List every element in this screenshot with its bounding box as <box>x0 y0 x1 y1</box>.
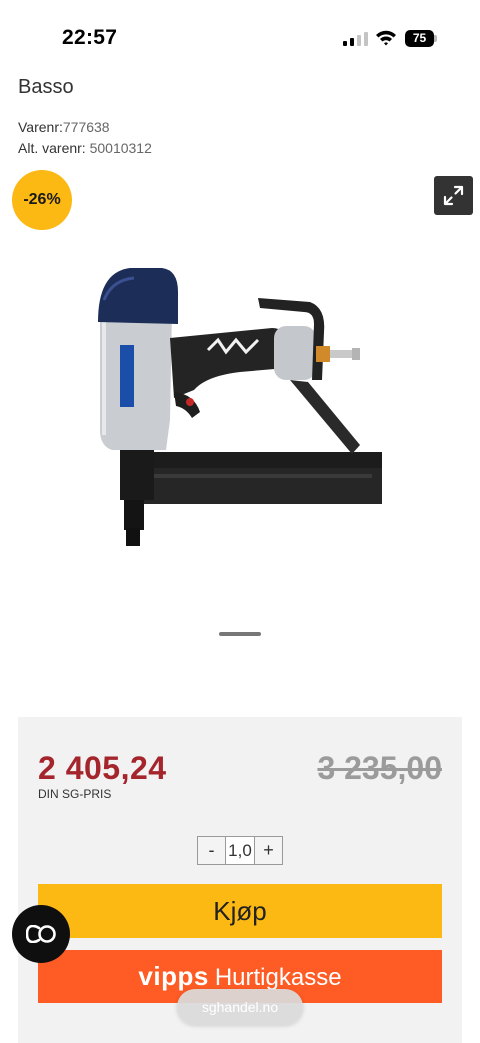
vipps-button-label: Hurtigkasse <box>214 964 342 991</box>
vipps-logo: vipps <box>138 961 209 991</box>
expand-button[interactable] <box>434 176 473 215</box>
discount-badge: -26% <box>12 170 72 230</box>
product-brand: Basso <box>18 76 74 98</box>
sku-label: Varenr: <box>18 119 63 135</box>
price-label: DIN SG-PRIS <box>38 787 112 801</box>
alt-sku-line: Alt. varenr: 50010312 <box>18 140 152 156</box>
expand-icon <box>443 185 464 206</box>
pneumatic-nailer-image[interactable] <box>90 260 390 560</box>
sku-value: 777638 <box>62 119 110 135</box>
alt-sku-value: 50010312 <box>89 140 152 156</box>
chat-button[interactable] <box>12 905 70 963</box>
quantity-plus-button[interactable]: + <box>255 837 282 864</box>
battery-tip <box>434 35 437 42</box>
status-bar: 22:57 75 <box>0 0 480 60</box>
wifi-icon <box>376 30 396 46</box>
browser-url-pill[interactable]: sghandel.no <box>177 989 303 1025</box>
buy-button[interactable]: Kjøp <box>38 884 442 938</box>
alt-sku-label: Alt. varenr: <box>18 140 86 156</box>
chat-icon <box>26 925 56 943</box>
status-time: 22:57 <box>62 26 118 49</box>
carousel-indicator[interactable] <box>219 632 261 636</box>
sku-line: Varenr:777638 <box>18 119 110 135</box>
quantity-stepper: - 1,0 + <box>197 836 283 865</box>
old-price: 3 235,00 <box>317 750 442 786</box>
signal-icon <box>343 32 368 46</box>
quantity-minus-button[interactable]: - <box>198 837 225 864</box>
battery-icon: 75 <box>405 30 437 47</box>
quantity-input[interactable]: 1,0 <box>225 837 255 864</box>
battery-level: 75 <box>405 30 434 47</box>
current-price: 2 405,24 <box>38 750 167 786</box>
